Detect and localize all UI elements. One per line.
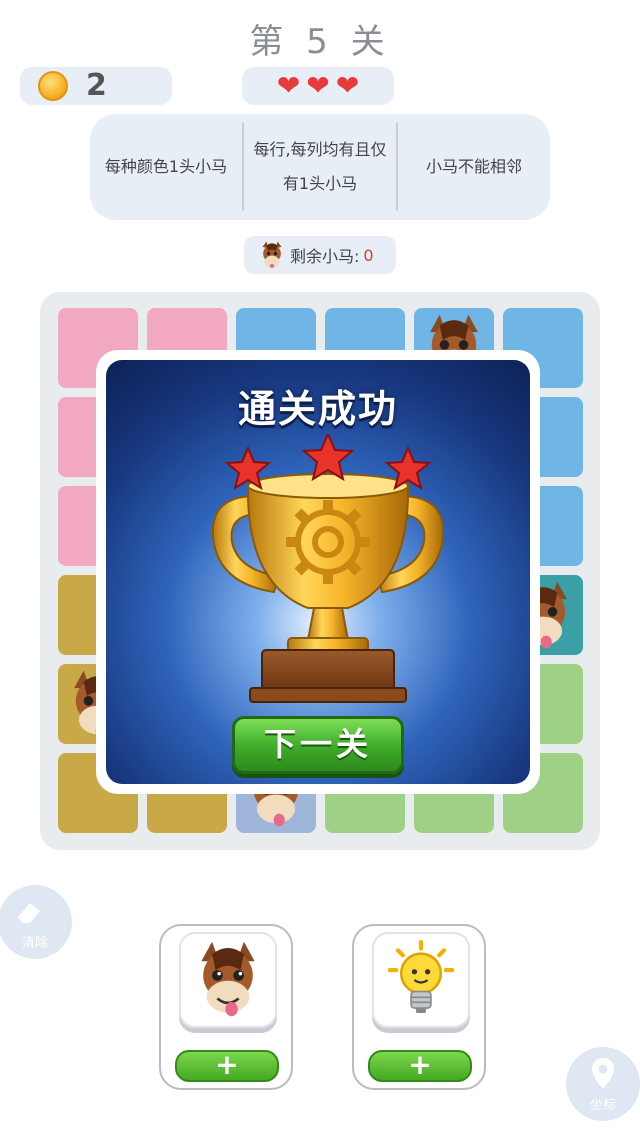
horse-face-icon <box>201 941 255 1017</box>
coin-icon <box>38 71 68 101</box>
win-title: 通关成功 <box>237 387 398 431</box>
lightbulb-icon <box>388 940 454 1013</box>
trophy-icon <box>211 434 445 703</box>
coordinate-button[interactable]: 坐标 <box>566 1047 640 1121</box>
lives-display: ❤ ❤ ❤ <box>242 67 394 105</box>
add-horse-button[interactable]: + <box>175 1050 279 1082</box>
heart-icon: ❤ <box>306 69 330 102</box>
rules-panel: 每种颜色1头小马 每行,每列均有且仅有1头小马 小马不能相邻 <box>90 114 550 220</box>
clear-label: 清除 <box>21 936 48 951</box>
rule-one-per-row-col: 每行,每列均有且仅有1头小马 <box>242 123 396 211</box>
clear-button[interactable]: 清除 <box>0 885 72 959</box>
next-level-button[interactable]: 下一关 <box>232 716 404 774</box>
win-dialog: 通关成功 下一关 <box>96 350 540 794</box>
level-title: 第 5 关 <box>249 22 391 62</box>
remaining-label: 剩余小马: <box>290 247 360 266</box>
hint-tool[interactable]: + <box>352 924 486 1090</box>
eraser-icon <box>18 903 40 923</box>
horse-tool[interactable]: + <box>159 924 293 1090</box>
heart-icon: ❤ <box>276 69 301 102</box>
location-pin-icon <box>592 1058 614 1089</box>
win-panel: 通关成功 下一关 <box>106 360 530 784</box>
remaining-horses: 剩余小马: 0 <box>244 236 396 274</box>
coin-count: 2 <box>86 68 107 103</box>
add-hint-button[interactable]: + <box>368 1050 472 1082</box>
coordinate-label: 坐标 <box>589 1098 616 1113</box>
heart-icon: ❤ <box>335 69 360 102</box>
rule-not-adjacent: 小马不能相邻 <box>396 123 550 211</box>
coin-counter: 2 <box>20 67 172 105</box>
horse-icon <box>262 241 282 268</box>
horse-tool-tile <box>179 932 277 1028</box>
remaining-value: 0 <box>363 245 374 265</box>
hint-tool-tile <box>372 932 470 1028</box>
rule-one-per-color: 每种颜色1头小马 <box>104 157 228 176</box>
